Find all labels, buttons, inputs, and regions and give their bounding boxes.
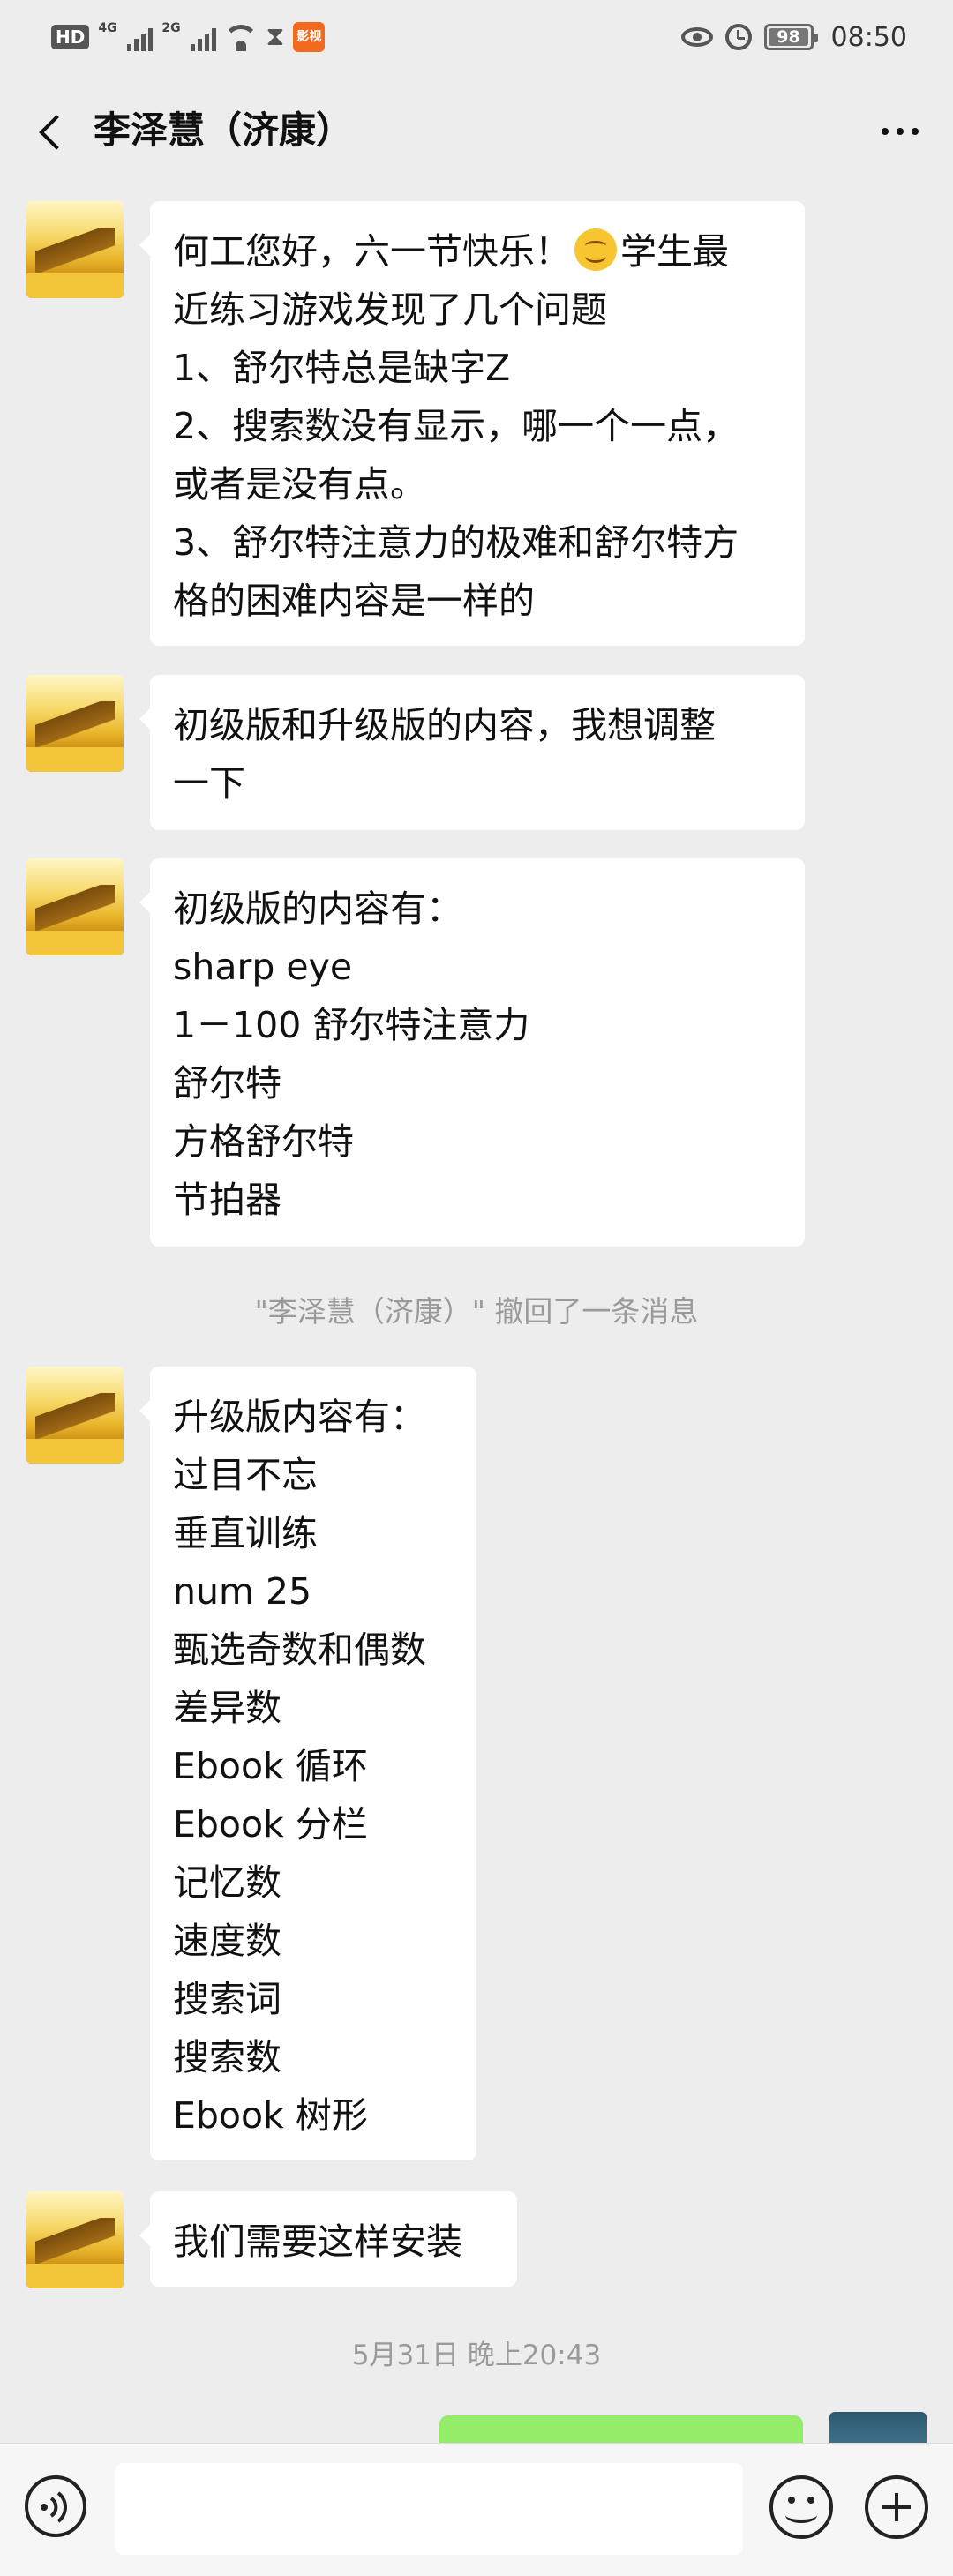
avatar[interactable] <box>26 2191 124 2288</box>
status-right: 98 08:50 <box>680 18 907 56</box>
avatar[interactable] <box>26 675 124 772</box>
more-options-button[interactable] <box>874 109 927 154</box>
battery-icon: 98 <box>763 24 818 50</box>
chat-header: 李泽慧（济康） <box>0 74 953 187</box>
emoji-button[interactable] <box>769 2475 833 2539</box>
voice-input-button[interactable] <box>25 2475 86 2537</box>
smiling-face-icon <box>574 228 617 271</box>
hd-badge: HD <box>51 25 90 49</box>
avatar[interactable] <box>26 1367 124 1464</box>
eye-comfort-icon <box>680 27 713 47</box>
battery-level: 98 <box>777 27 800 47</box>
more-functions-button[interactable] <box>865 2475 928 2539</box>
message-input[interactable] <box>115 2463 743 2555</box>
recall-notice: "李泽慧（济康）" 撤回了一条消息 <box>254 1294 699 1329</box>
status-left: HD 4G 2G ⧗ 影视 <box>51 19 326 55</box>
alarm-icon <box>724 24 752 50</box>
wifi-icon <box>225 23 258 51</box>
avatar[interactable] <box>26 858 124 955</box>
avatar[interactable] <box>26 201 124 298</box>
voice-icon <box>41 2491 67 2523</box>
message-bubble[interactable]: 初级版和升级版的内容，我想调整 一下 <box>139 675 805 830</box>
signal-icon-2: 2G <box>161 21 217 53</box>
input-bar <box>0 2443 953 2576</box>
message-bubble[interactable]: 升级版内容有： 过目不忘 垂直训练 num 25 甄选奇数和偶数 差异数 Ebo… <box>139 1367 476 2160</box>
timestamp: 5月31日 晚上20:43 <box>351 2340 602 2371</box>
message-bubble[interactable]: 何工您好，六一节快乐！ 学生最 近练习游戏发现了几个问题 1、舒尔特总是缺字Z 2、… <box>139 201 805 646</box>
signal-icon: 4G <box>98 21 154 53</box>
back-button[interactable] <box>34 109 72 154</box>
clock: 08:50 <box>830 21 907 53</box>
message-bubble[interactable]: 初级版的内容有： sharp eye 1－100 舒尔特注意力 舒尔特 方格舒尔… <box>139 858 805 1247</box>
app-notification-icon: 影视 <box>293 22 326 52</box>
chat-title: 李泽慧（济康） <box>94 109 354 152</box>
status-bar: HD 4G 2G ⧗ 影视 98 08:50 <box>0 0 953 74</box>
message-bubble[interactable]: 我们需要这样安装 <box>139 2191 517 2287</box>
hourglass-icon: ⧗ <box>266 21 285 52</box>
